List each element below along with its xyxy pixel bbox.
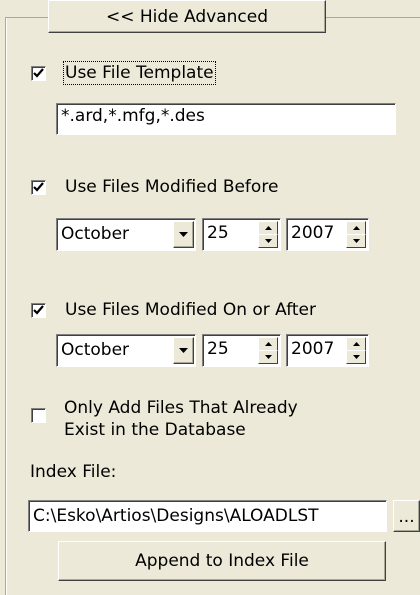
spin-down-icon	[352, 239, 360, 243]
spin-down-icon	[264, 355, 272, 359]
spin-up-icon	[352, 226, 360, 230]
append-label: Append to Index File	[135, 551, 309, 571]
chevron-down-icon	[179, 347, 188, 353]
modified-before-year-spinner[interactable]	[346, 221, 366, 248]
only-existing-label-line1: Only Add Files That Already	[64, 398, 298, 418]
modified-after-year-spinner[interactable]	[346, 337, 366, 364]
append-to-index-file-button[interactable]: Append to Index File	[58, 541, 386, 581]
spin-up-icon	[264, 226, 272, 230]
index-file-input[interactable]: C:\Esko\Artios\Designs\ALOADLST	[28, 500, 387, 532]
checkmark-icon	[33, 68, 44, 78]
modified-before-month-dropdown-button[interactable]	[173, 221, 194, 248]
modified-after-day-value: 25	[207, 339, 229, 359]
use-file-template-checkbox[interactable]	[31, 66, 46, 81]
spin-down-button[interactable]	[258, 234, 278, 248]
only-existing-label[interactable]: Only Add Files That Already Exist in the…	[64, 397, 298, 441]
hide-advanced-button[interactable]: << Hide Advanced	[48, 0, 326, 33]
modified-after-year-value: 2007	[291, 339, 335, 359]
group-frame-top-right	[326, 17, 420, 18]
spin-up-button[interactable]	[346, 337, 366, 351]
hide-advanced-label: << Hide Advanced	[105, 6, 269, 27]
modified-after-checkbox[interactable]	[31, 303, 46, 318]
spin-up-button[interactable]	[258, 337, 278, 351]
spin-up-icon	[352, 342, 360, 346]
modified-before-label[interactable]: Use Files Modified Before	[65, 177, 278, 197]
group-frame-left-highlight	[6, 18, 7, 595]
modified-before-day-spinner[interactable]	[258, 221, 278, 248]
spin-up-button[interactable]	[258, 221, 278, 235]
chevron-down-icon	[179, 231, 188, 237]
modified-before-year-value: 2007	[291, 223, 335, 243]
checkmark-icon	[33, 305, 44, 315]
spin-down-button[interactable]	[258, 350, 278, 364]
browse-label: ...	[398, 507, 415, 527]
modified-after-month-dropdown-button[interactable]	[173, 337, 194, 364]
group-frame-top-left	[5, 17, 48, 18]
browse-button[interactable]: ...	[393, 500, 420, 532]
spin-down-icon	[264, 239, 272, 243]
spin-down-button[interactable]	[346, 350, 366, 364]
file-template-input[interactable]: *.ard,*.mfg,*.des	[56, 103, 396, 135]
modified-after-day-spinner[interactable]	[258, 337, 278, 364]
only-existing-label-line2: Exist in the Database	[64, 420, 246, 440]
spin-up-icon	[264, 342, 272, 346]
checkmark-icon	[33, 182, 44, 192]
modified-before-checkbox[interactable]	[31, 180, 46, 195]
use-file-template-label[interactable]: Use File Template	[63, 61, 216, 85]
spin-up-button[interactable]	[346, 221, 366, 235]
modified-after-label[interactable]: Use Files Modified On or After	[65, 300, 316, 320]
modified-before-month-value: October	[61, 224, 130, 244]
modified-after-month-value: October	[61, 340, 130, 360]
only-existing-checkbox[interactable]	[31, 408, 46, 423]
modified-before-day-value: 25	[207, 223, 229, 243]
spin-down-button[interactable]	[346, 234, 366, 248]
index-file-label: Index File:	[30, 462, 117, 482]
spin-down-icon	[352, 355, 360, 359]
